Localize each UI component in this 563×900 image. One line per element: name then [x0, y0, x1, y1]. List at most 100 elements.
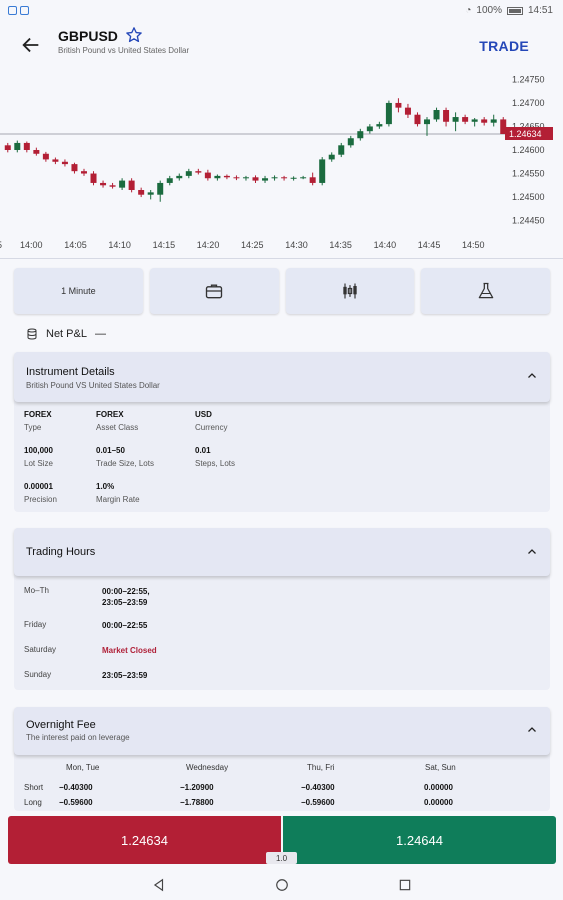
candle-body [176, 175, 183, 179]
candle-body [33, 150, 40, 154]
candle-body [452, 117, 459, 122]
detail-item: USD Currency [195, 410, 228, 432]
price-chart[interactable]: 1.247501.247001.246501.246001.245501.245… [0, 70, 563, 258]
clock: 14:51 [527, 5, 553, 16]
candle-body [214, 175, 221, 179]
fee-value: −1.20900 [180, 783, 214, 792]
candle-body [481, 119, 488, 123]
section-title: Trading Hours [26, 546, 96, 558]
chart-divider [0, 258, 563, 259]
candle-body [185, 171, 192, 176]
candle-body [4, 145, 11, 150]
briefcase-icon [205, 284, 223, 299]
candle-body [309, 177, 316, 183]
detail-item: 0.01 Steps, Lots [195, 446, 236, 468]
x-tick-label: 14:10 [108, 240, 131, 250]
battery-icon [506, 6, 523, 15]
current-price-label: 1.24634 [509, 129, 542, 139]
fee-row-label: Short [24, 783, 44, 792]
flask-icon [478, 282, 493, 299]
candle-body [500, 119, 507, 134]
trade-button[interactable]: TRADE [479, 38, 529, 54]
lot-size-badge[interactable]: 1.0 [266, 852, 297, 864]
net-pnl-value: — [94, 328, 106, 340]
system-nav-bar [0, 866, 563, 900]
nav-home-icon[interactable] [275, 878, 289, 892]
chevron-up-icon[interactable] [526, 546, 538, 558]
candle-body [252, 177, 259, 181]
day-label: Friday [24, 620, 47, 629]
sell-button[interactable]: 1.24634 [8, 816, 281, 864]
candlestick-icon [343, 283, 357, 299]
trading-hours-card: Trading Hours Mo–Th 00:00–22:55, 23:05–23… [14, 528, 550, 690]
fee-value: 0.00000 [424, 798, 453, 807]
section-subtitle: British Pound VS United States Dollar [26, 381, 160, 390]
interval-button[interactable]: 1 Minute [14, 268, 143, 314]
nav-recents-icon[interactable] [398, 878, 412, 892]
candle-body [471, 119, 478, 122]
candle-body [462, 117, 469, 122]
y-tick-label: 1.24700 [512, 98, 545, 108]
candle-body [138, 190, 145, 195]
candle-body [357, 131, 364, 139]
instrument-symbol: GBPUSD [58, 28, 118, 44]
fee-column-header: Thu, Fri [307, 763, 335, 772]
candle-body [376, 124, 383, 127]
fee-column-header: Mon, Tue [66, 763, 100, 772]
buy-price: 1.24644 [396, 832, 443, 848]
candle-body [157, 182, 164, 195]
candle-body [395, 102, 402, 108]
candle-body [90, 173, 97, 183]
candle-body [204, 172, 211, 179]
wifi-icon: ◔ [465, 5, 472, 16]
candle-body [490, 119, 497, 123]
candle-body [147, 192, 154, 195]
candle-body [14, 142, 21, 150]
section-title: Instrument Details [26, 366, 115, 378]
candle-body [223, 175, 230, 178]
chart-type-button[interactable] [285, 268, 415, 314]
candle-body [281, 177, 288, 179]
overnight-fee-header[interactable]: Overnight Fee The interest paid on lever… [14, 707, 550, 755]
fee-value: −1.78800 [180, 798, 214, 807]
y-tick-label: 1.24600 [512, 145, 545, 155]
candle-body [424, 119, 431, 125]
fee-column-header: Sat, Sun [425, 763, 456, 772]
favorite-star-icon[interactable] [125, 26, 143, 44]
hours-value: 00:00–22:55 [102, 621, 148, 630]
candle-body [71, 164, 78, 172]
chevron-up-icon[interactable] [526, 724, 538, 736]
trading-hours-header[interactable]: Trading Hours [14, 528, 550, 576]
status-bar: ◔ 100% 14:51 [0, 0, 563, 22]
candle-body [271, 177, 278, 179]
x-tick-label: 14:50 [462, 240, 485, 250]
candle-body [80, 171, 87, 174]
candle-body [338, 145, 345, 155]
x-tick-label: 14:05 [64, 240, 87, 250]
candle-body [242, 177, 249, 179]
instrument-details-header[interactable]: Instrument Details British Pound VS Unit… [14, 352, 550, 402]
database-icon [27, 328, 37, 340]
buy-button[interactable]: 1.24644 [283, 816, 556, 864]
section-subtitle: The interest paid on leverage [26, 733, 130, 742]
back-arrow-icon[interactable] [20, 34, 42, 56]
nav-back-icon[interactable] [152, 878, 166, 892]
indicators-button[interactable] [421, 268, 550, 314]
fee-value: −0.40300 [301, 783, 335, 792]
hours-value: 00:00–22:55, 23:05–23:59 [102, 587, 150, 607]
candle-body [109, 185, 116, 187]
candle-body [233, 177, 240, 179]
candle-body [347, 138, 354, 146]
fee-value: −0.59600 [59, 798, 93, 807]
net-pnl-label: Net P&L [46, 328, 87, 340]
interval-label: 1 Minute [61, 286, 96, 296]
candle-body [433, 110, 440, 120]
chevron-up-icon[interactable] [526, 370, 538, 382]
fee-value: −0.59600 [301, 798, 335, 807]
hours-value: 23:05–23:59 [102, 671, 148, 680]
portfolio-button[interactable] [149, 268, 279, 314]
detail-item: 100,000 Lot Size [24, 446, 53, 468]
y-tick-label: 1.24550 [512, 169, 545, 179]
candle-body [42, 153, 49, 160]
candle-body [414, 114, 421, 125]
